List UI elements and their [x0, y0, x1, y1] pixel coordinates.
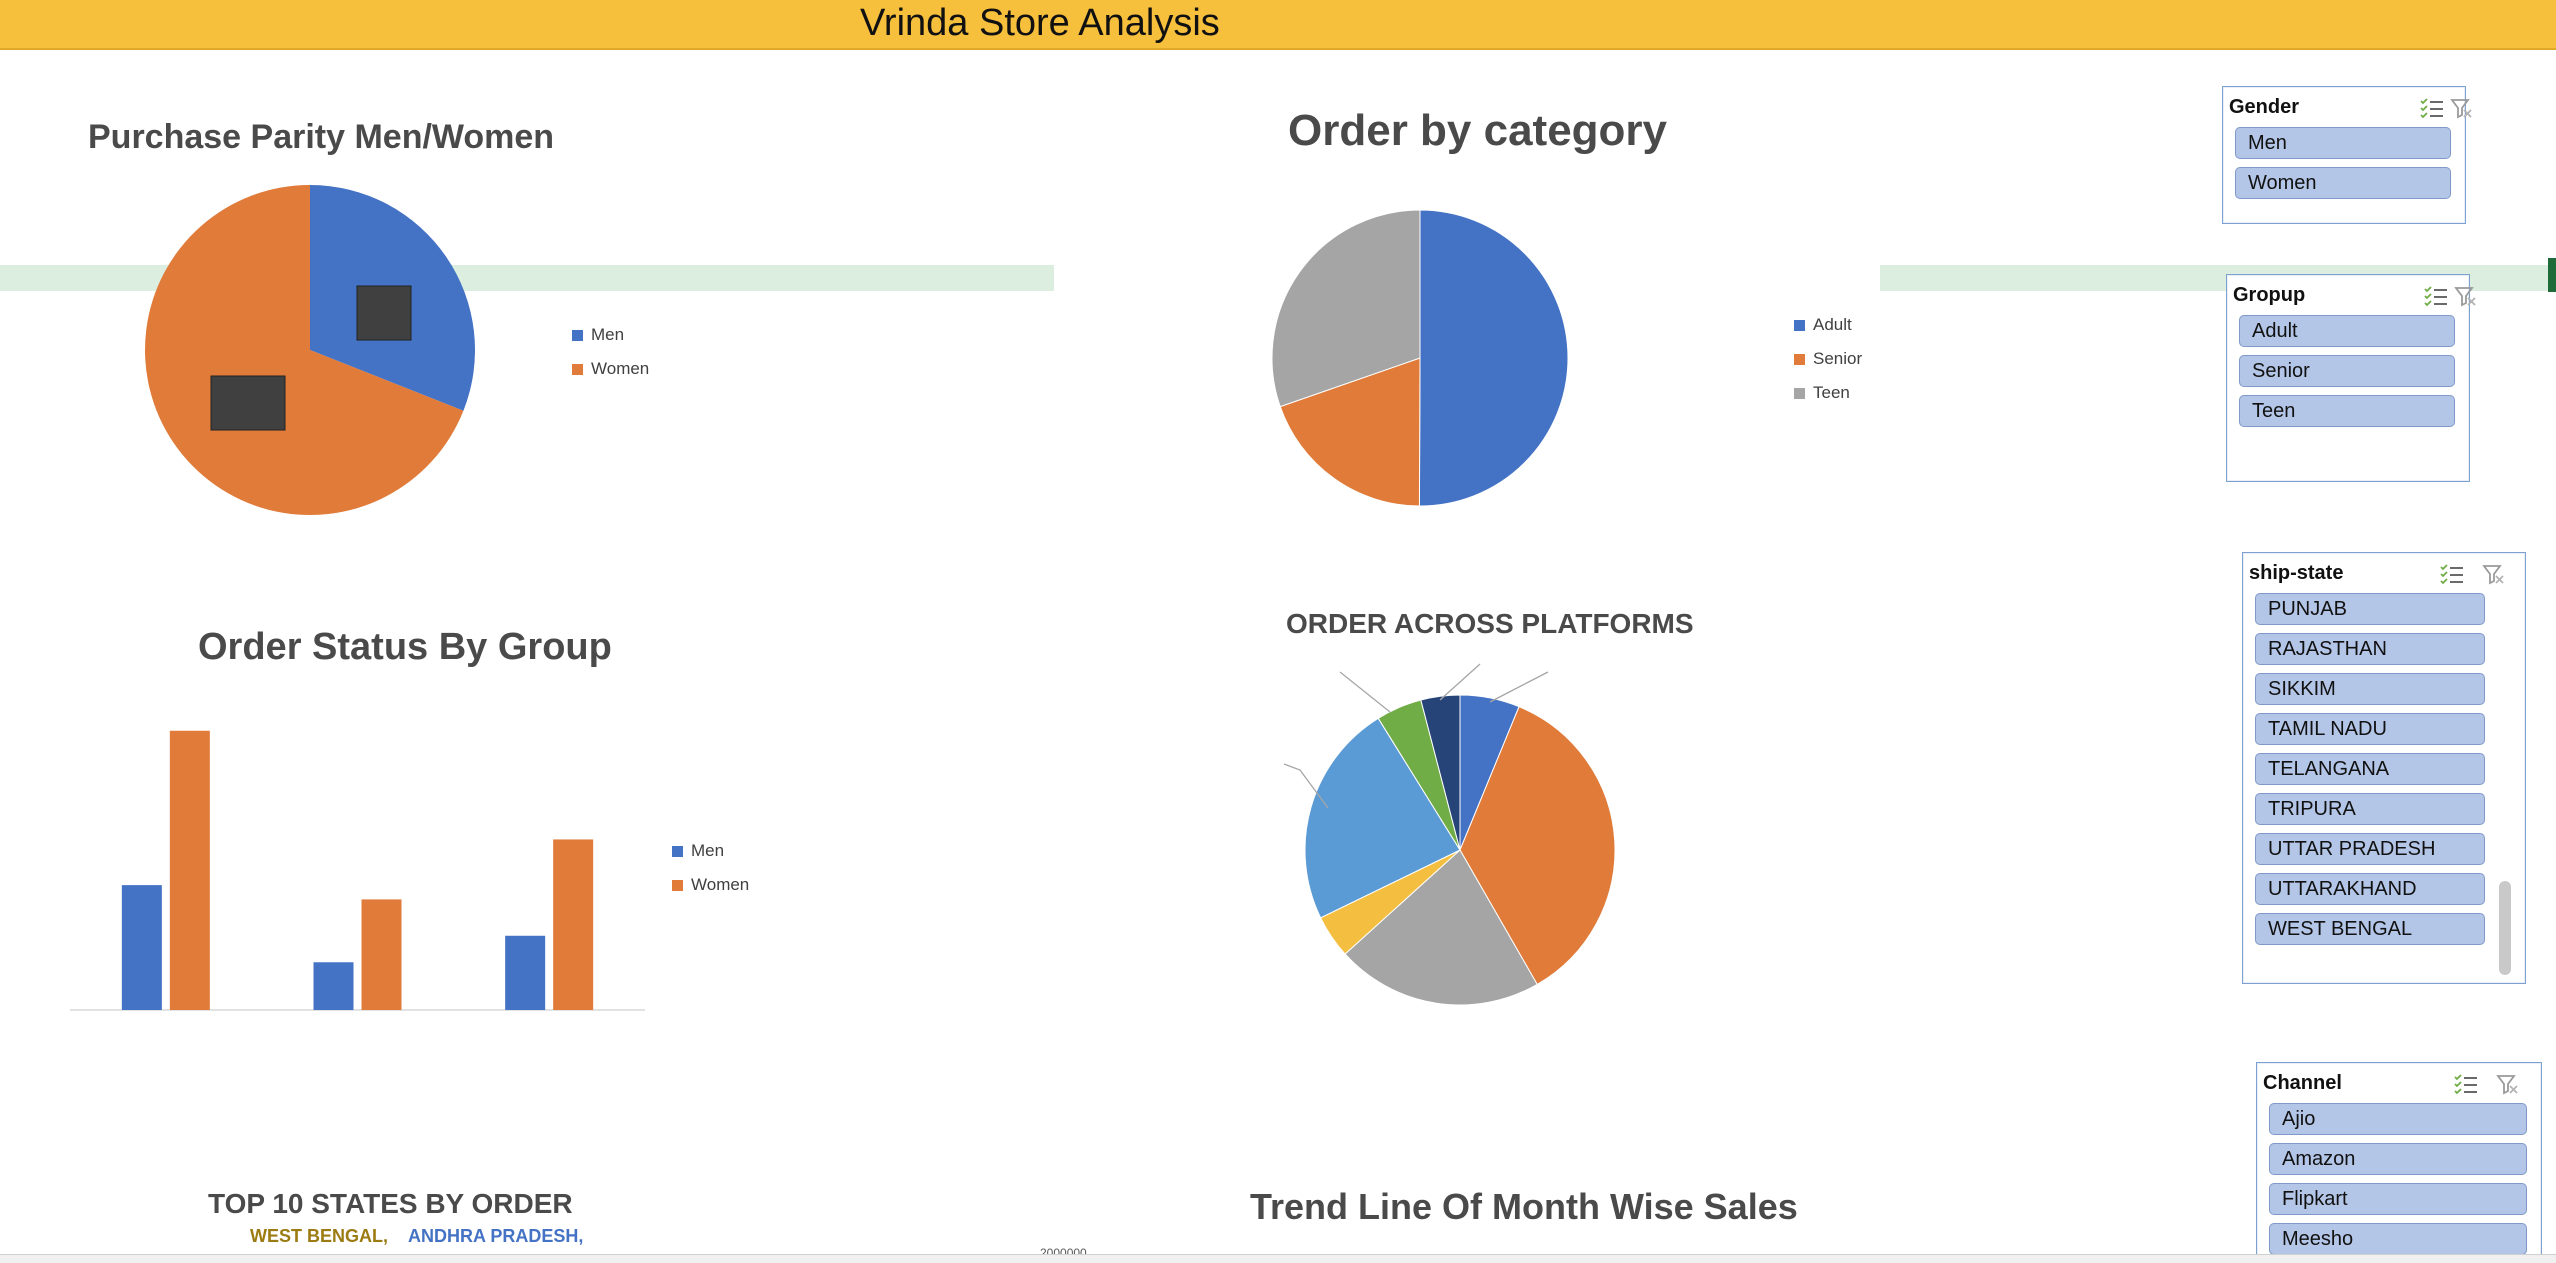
gender-chart-title: Purchase Parity Men/Women	[88, 118, 555, 156]
legend-item-adult: Adult	[1794, 308, 1862, 342]
bar-men-senior	[313, 962, 354, 1010]
pie-slice-adult	[1418, 209, 1569, 507]
slicer-item-punjab[interactable]: PUNJAB	[2255, 593, 2485, 625]
slicer-item-adult[interactable]: Adult	[2239, 315, 2455, 347]
legend-label: Teen	[1813, 383, 1850, 402]
category-pie-chart	[1271, 209, 1569, 507]
gender-pie-chart	[144, 185, 475, 515]
gender-legend: Men Women	[572, 318, 649, 386]
slicer-header: Gender	[2223, 87, 2472, 127]
slicer-item-uttar-pradesh[interactable]: UTTAR PRADESH	[2255, 833, 2485, 865]
channel-slicer: Channel Ajio Amazon Flipkart Meesho	[2256, 1062, 2542, 1263]
legend-item-women: Women	[672, 868, 749, 902]
platform-chart-title: ORDER ACROSS PLATFORMS	[1286, 608, 1694, 639]
legend-label: Women	[591, 359, 650, 378]
legend-label: Men	[691, 841, 725, 860]
slicer-item-telangana[interactable]: TELANGANA	[2255, 753, 2485, 785]
legend-swatch	[1794, 319, 1805, 331]
multi-select-icon[interactable]	[2423, 285, 2449, 307]
top-states-title: TOP 10 STATES BY ORDER	[208, 1188, 573, 1219]
state-label-andhra-pradesh: ANDHRA PRADESH,	[408, 1226, 584, 1246]
status-legend: Men Women	[672, 834, 749, 902]
data-label-box	[356, 285, 412, 341]
platform-pie-chart	[1283, 663, 1616, 1006]
ship-state-slicer: ship-state PUNJAB RAJASTHAN SIKKIM TAMIL…	[2242, 552, 2526, 984]
gender-slicer: Gender Men Women	[2222, 86, 2472, 224]
bar-men-adult	[121, 885, 162, 1010]
slicer-item-women[interactable]: Women	[2235, 167, 2451, 199]
legend-item-senior: Senior	[1794, 342, 1862, 376]
legend-item-men: Men	[672, 834, 749, 868]
status-chart-title: Order Status By Group	[198, 626, 612, 668]
slicer-item-west-bengal[interactable]: WEST BENGAL	[2255, 913, 2485, 945]
slicer-item-uttarakhand[interactable]: UTTARAKHAND	[2255, 873, 2485, 905]
legend-swatch	[572, 363, 583, 375]
status-bar-chart	[70, 730, 645, 1011]
page-title: Vrinda Store Analysis	[860, 2, 1220, 44]
bar-women-adult	[169, 730, 210, 1010]
title-bar: Vrinda Store Analysis	[0, 0, 2556, 50]
slicer-header: Channel	[2257, 1063, 2541, 1103]
legend-swatch	[1794, 387, 1805, 399]
legend-swatch	[672, 845, 683, 857]
legend-swatch	[572, 329, 583, 341]
slicer-title: Gropup	[2233, 283, 2306, 306]
slicer-header: Gropup	[2227, 275, 2476, 315]
multi-select-icon[interactable]	[2419, 97, 2445, 119]
legend-label: Adult	[1813, 315, 1852, 334]
legend-item-teen: Teen	[1794, 376, 1862, 410]
slicer-item-sikkim[interactable]: SIKKIM	[2255, 673, 2485, 705]
state-label-west-bengal: WEST BENGAL,	[250, 1226, 388, 1246]
bar-women-teen	[553, 839, 594, 1010]
slicer-item-ajio[interactable]: Ajio	[2269, 1103, 2527, 1135]
trend-chart-title: Trend Line Of Month Wise Sales	[1250, 1186, 1798, 1227]
slicer-item-rajasthan[interactable]: RAJASTHAN	[2255, 633, 2485, 665]
slicer-title: ship-state	[2249, 561, 2344, 584]
slicer-item-teen[interactable]: Teen	[2239, 395, 2455, 427]
category-legend: Adult Senior Teen	[1794, 308, 1862, 410]
slicer-item-men[interactable]: Men	[2235, 127, 2451, 159]
slicer-item-flipkart[interactable]: Flipkart	[2269, 1183, 2527, 1215]
legend-label: Senior	[1813, 349, 1863, 368]
multi-select-icon[interactable]	[2439, 563, 2465, 585]
slicer-item-amazon[interactable]: Amazon	[2269, 1143, 2527, 1175]
legend-item-men: Men	[572, 318, 649, 352]
group-slicer: Gropup Adult Senior Teen	[2226, 274, 2476, 482]
leader-line-nalli	[1339, 671, 1391, 713]
bar-women-senior	[361, 899, 402, 1010]
data-label-box	[210, 375, 286, 431]
legend-label: Women	[691, 875, 750, 894]
clear-filter-icon[interactable]	[2449, 97, 2475, 119]
slicer-header: ship-state	[2243, 553, 2525, 593]
legend-item-women: Women	[572, 352, 649, 386]
slicer-title: Gender	[2229, 95, 2300, 118]
legend-label: Men	[591, 325, 625, 344]
bar-men-teen	[505, 935, 546, 1010]
clear-filter-icon[interactable]	[2453, 285, 2479, 307]
category-chart-title: Order by category	[1288, 106, 1668, 155]
slicer-scrollbar[interactable]	[2499, 881, 2511, 975]
multi-select-icon[interactable]	[2453, 1073, 2479, 1095]
clear-filter-icon[interactable]	[2495, 1073, 2521, 1095]
legend-swatch	[1794, 353, 1805, 365]
slicer-item-senior[interactable]: Senior	[2239, 355, 2455, 387]
leader-line-ajio	[1489, 671, 1549, 703]
legend-swatch	[672, 879, 683, 891]
slicer-item-tripura[interactable]: TRIPURA	[2255, 793, 2485, 825]
slicer-item-tamil-nadu[interactable]: TAMIL NADU	[2255, 713, 2485, 745]
slicer-title: Channel	[2263, 1071, 2342, 1094]
cell-edge-marker	[2548, 258, 2556, 292]
clear-filter-icon[interactable]	[2481, 563, 2507, 585]
slicer-item-meesho[interactable]: Meesho	[2269, 1223, 2527, 1255]
